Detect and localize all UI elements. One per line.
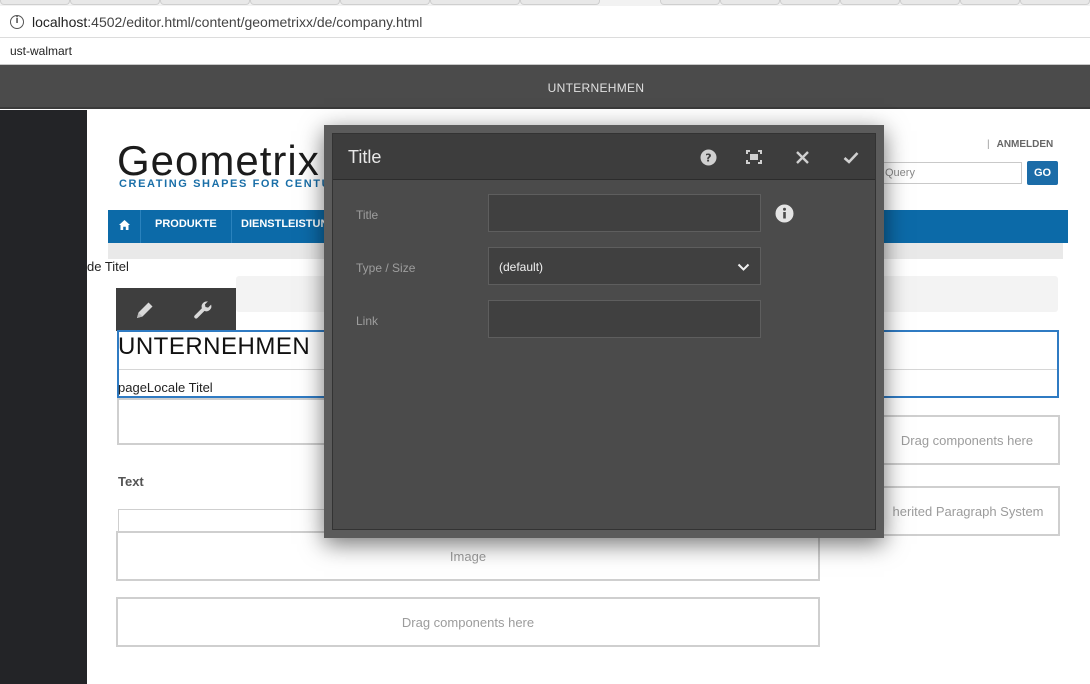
- component-placeholder[interactable]: [117, 398, 337, 445]
- site-logo[interactable]: Geometrix: [117, 140, 320, 182]
- side-panel: [0, 110, 87, 684]
- editor-header: UNTERNEHMEN: [0, 65, 1090, 109]
- title-field-label: Title: [356, 208, 379, 222]
- search-input[interactable]: Query: [880, 162, 1022, 184]
- link-field[interactable]: [488, 300, 761, 338]
- fullscreen-icon[interactable]: [738, 141, 770, 173]
- browser-tab[interactable]: [660, 0, 720, 5]
- nav-item-produkte[interactable]: PRODUKTE: [141, 210, 232, 243]
- image-placeholder[interactable]: Image: [116, 531, 820, 581]
- svg-text:?: ?: [705, 151, 711, 164]
- bookmarks-bar: ust-walmart: [0, 38, 1090, 65]
- breadcrumb-title: de Titel: [87, 259, 129, 274]
- chevron-down-icon: [737, 259, 750, 277]
- address-bar[interactable]: i localhost:4502/editor.html/content/geo…: [0, 6, 1090, 38]
- browser-tab[interactable]: [0, 0, 70, 5]
- url-path: :4502/editor.html/content/geometrixx/de/…: [87, 14, 423, 30]
- title-field[interactable]: [488, 194, 761, 232]
- page-heading: UNTERNEHMEN: [118, 333, 311, 360]
- browser-tab[interactable]: [960, 0, 1020, 5]
- go-button[interactable]: GO: [1027, 161, 1058, 185]
- text-label: Text: [118, 474, 144, 489]
- info-icon[interactable]: i: [10, 15, 24, 29]
- dialog-title: Title: [348, 147, 382, 167]
- component-toolbar: [116, 288, 236, 331]
- browser-tab[interactable]: [430, 0, 520, 5]
- type-size-label: Type / Size: [356, 261, 416, 275]
- bookmark-link[interactable]: ust-walmart: [10, 44, 72, 58]
- login-separator: |: [987, 139, 990, 150]
- dialog-header: Title ?: [333, 134, 875, 180]
- login-link[interactable]: | ANMELDEN: [987, 139, 1053, 150]
- browser-tab[interactable]: [840, 0, 900, 5]
- browser-tab[interactable]: [250, 0, 340, 5]
- editor-page-title: UNTERNEHMEN: [547, 81, 645, 95]
- browser-tab[interactable]: [1020, 0, 1090, 5]
- site-tagline: CREATING SHAPES FOR CENTUR: [119, 178, 325, 190]
- page-subtitle: pageLocale Titel: [118, 380, 213, 395]
- type-size-value: (default): [499, 260, 544, 274]
- drag-components-placeholder[interactable]: Drag components here: [116, 597, 820, 647]
- text-component[interactable]: [118, 509, 333, 533]
- url-text[interactable]: localhost:4502/editor.html/content/geome…: [32, 14, 422, 30]
- close-icon[interactable]: [786, 141, 818, 173]
- browser-tab[interactable]: [780, 0, 840, 5]
- home-icon[interactable]: [108, 210, 141, 243]
- login-label: ANMELDEN: [996, 139, 1054, 150]
- url-host: localhost: [32, 14, 88, 30]
- pencil-icon[interactable]: [116, 288, 174, 331]
- wrench-icon[interactable]: [174, 288, 232, 331]
- browser-tab[interactable]: [340, 0, 430, 5]
- checkmark-icon[interactable]: [835, 141, 867, 173]
- browser-tab[interactable]: [520, 0, 600, 5]
- browser-tab[interactable]: [900, 0, 960, 5]
- help-icon[interactable]: ?: [692, 141, 724, 173]
- type-size-select[interactable]: (default): [488, 247, 761, 285]
- browser-tab[interactable]: [70, 0, 160, 5]
- link-field-label: Link: [356, 314, 379, 328]
- browser-tab[interactable]: [160, 0, 250, 5]
- browser-tab[interactable]: [720, 0, 780, 5]
- info-icon[interactable]: [775, 204, 794, 228]
- title-dialog: Title ? Title Type / Size (default) Link: [332, 133, 876, 530]
